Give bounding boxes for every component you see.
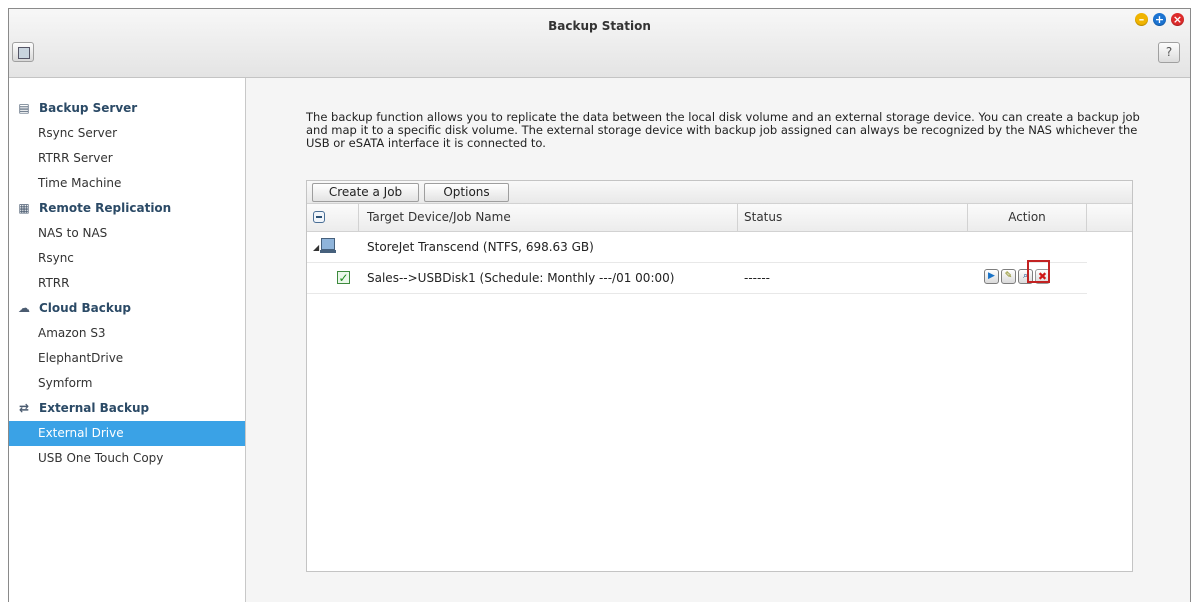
highlight-box	[1027, 260, 1050, 283]
backup-station-window: Backup Station – + × ? ▤ Backup Server R…	[8, 8, 1191, 602]
main-content: The backup function allows you to replic…	[246, 78, 1190, 602]
column-divider	[1086, 204, 1087, 231]
sidebar-item-rtrr-server[interactable]: RTRR Server	[9, 146, 245, 171]
sidebar-group-label: Remote Replication	[39, 201, 172, 215]
sidebar: ▤ Backup Server Rsync Server RTRR Server…	[9, 78, 246, 602]
sidebar-item-usb-one-touch-copy[interactable]: USB One Touch Copy	[9, 446, 245, 471]
table-header: Target Device/Job Name Status Action	[307, 204, 1132, 232]
expand-triangle-icon[interactable]: ◢	[313, 243, 319, 252]
sidebar-item-external-drive[interactable]: External Drive	[9, 421, 245, 446]
sidebar-group-cloud-backup[interactable]: ☁ Cloud Backup	[9, 296, 245, 321]
window-title: Backup Station	[548, 19, 651, 33]
edit-job-icon[interactable]: ✎	[1001, 269, 1016, 284]
window-controls: – + ×	[1135, 13, 1184, 26]
sidebar-item-rtrr[interactable]: RTRR	[9, 271, 245, 296]
sidebar-item-rsync[interactable]: Rsync	[9, 246, 245, 271]
sidebar-item-rsync-server[interactable]: Rsync Server	[9, 121, 245, 146]
device-name: StoreJet Transcend (NTFS, 698.63 GB)	[367, 240, 594, 254]
minimize-icon[interactable]: –	[1135, 13, 1148, 26]
job-status-check-icon: ✓	[337, 271, 350, 285]
sync-icon: ⇄	[18, 401, 30, 415]
column-header-target[interactable]: Target Device/Job Name	[367, 204, 511, 231]
sidebar-group-backup-server[interactable]: ▤ Backup Server	[9, 96, 245, 121]
sidebar-item-symform[interactable]: Symform	[9, 371, 245, 396]
panel-toolbar: Create a Job Options	[307, 181, 1132, 204]
help-button[interactable]: ?	[1158, 42, 1180, 63]
sidebar-item-time-machine[interactable]: Time Machine	[9, 171, 245, 196]
column-header-action[interactable]: Action	[968, 204, 1086, 231]
description-text: The backup function allows you to replic…	[306, 110, 1140, 150]
title-bar: Backup Station – + × ?	[9, 9, 1190, 78]
replication-icon: ▦	[18, 201, 30, 215]
menu-toggle-button[interactable]	[12, 42, 34, 62]
sidebar-item-elephantdrive[interactable]: ElephantDrive	[9, 346, 245, 371]
server-icon: ▤	[18, 101, 30, 115]
job-name: Sales-->USBDisk1 (Schedule: Monthly ---/…	[367, 271, 675, 285]
sidebar-group-external-backup[interactable]: ⇄ External Backup	[9, 396, 245, 421]
sidebar-item-amazon-s3[interactable]: Amazon S3	[9, 321, 245, 346]
start-job-icon[interactable]: ▶	[984, 269, 999, 284]
close-icon[interactable]: ×	[1171, 13, 1184, 26]
column-divider	[358, 204, 359, 231]
column-header-status[interactable]: Status	[744, 204, 782, 231]
job-status: ------	[744, 271, 770, 285]
options-button[interactable]: Options	[424, 183, 509, 202]
create-job-button[interactable]: Create a Job	[312, 183, 419, 202]
window-layout-icon	[18, 47, 30, 59]
sidebar-item-nas-to-nas[interactable]: NAS to NAS	[9, 221, 245, 246]
backup-jobs-panel: Create a Job Options Target Device/Job N…	[306, 180, 1133, 572]
sidebar-group-label: Cloud Backup	[39, 301, 131, 315]
device-row[interactable]: ◢ StoreJet Transcend (NTFS, 698.63 GB)	[307, 232, 1087, 263]
sidebar-group-label: External Backup	[39, 401, 150, 415]
sidebar-group-remote-replication[interactable]: ▦ Remote Replication	[9, 196, 245, 221]
job-row[interactable]: ✓ Sales-->USBDisk1 (Schedule: Monthly --…	[307, 260, 1087, 294]
collapse-all-icon[interactable]	[313, 211, 325, 223]
cloud-icon: ☁	[18, 301, 30, 315]
sidebar-group-label: Backup Server	[39, 101, 138, 115]
computer-icon	[320, 238, 336, 254]
maximize-icon[interactable]: +	[1153, 13, 1166, 26]
column-divider	[737, 204, 738, 231]
